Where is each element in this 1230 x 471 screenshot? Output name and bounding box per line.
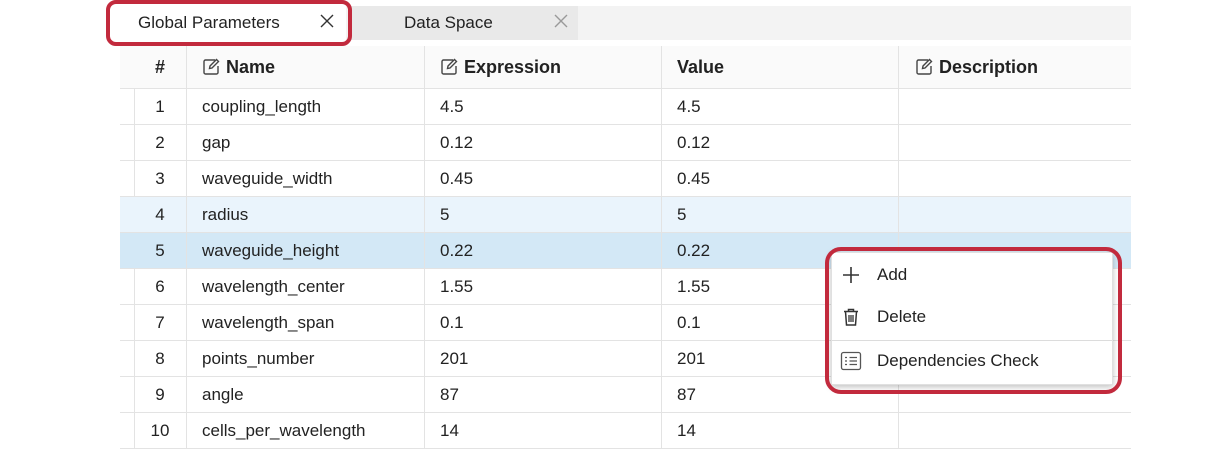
checklist-icon bbox=[840, 350, 862, 372]
row-number: 8 bbox=[134, 341, 187, 376]
cell-description[interactable] bbox=[898, 197, 1131, 232]
cell-name[interactable]: radius bbox=[187, 197, 424, 232]
table-row[interactable]: 2 gap 0.12 0.12 bbox=[120, 125, 1131, 161]
table-row[interactable]: 10 cells_per_wavelength 14 14 bbox=[120, 413, 1131, 449]
tab-label: Global Parameters bbox=[138, 13, 280, 32]
cell-description[interactable] bbox=[898, 125, 1131, 160]
cell-value: 14 bbox=[661, 413, 898, 448]
header-expression[interactable]: Expression bbox=[424, 46, 661, 88]
cell-name[interactable]: coupling_length bbox=[187, 89, 424, 124]
tab-data-space[interactable]: Data Space bbox=[350, 6, 578, 40]
cell-expression[interactable]: 87 bbox=[424, 377, 661, 412]
trash-icon bbox=[840, 306, 862, 328]
edit-icon bbox=[915, 58, 933, 76]
table-row[interactable]: 4 radius 5 5 bbox=[120, 197, 1131, 233]
header-number[interactable]: # bbox=[134, 46, 187, 88]
row-number: 4 bbox=[134, 197, 187, 232]
tab-bar: Global Parameters Data Space bbox=[118, 6, 1131, 40]
cell-expression[interactable]: 0.22 bbox=[424, 233, 661, 268]
row-number: 1 bbox=[134, 89, 187, 124]
menu-item-label: Delete bbox=[877, 307, 927, 326]
close-icon[interactable] bbox=[554, 14, 568, 28]
cell-value: 5 bbox=[661, 197, 898, 232]
cell-name[interactable]: cells_per_wavelength bbox=[187, 413, 424, 448]
table-header: # Name Expression Value Description bbox=[120, 46, 1131, 89]
header-description[interactable]: Description bbox=[898, 46, 1131, 88]
close-icon[interactable] bbox=[320, 14, 334, 28]
table-row[interactable]: 3 waveguide_width 0.45 0.45 bbox=[120, 161, 1131, 197]
cell-value: 4.5 bbox=[661, 89, 898, 124]
row-number: 10 bbox=[134, 413, 187, 448]
plus-icon bbox=[840, 264, 862, 286]
cell-expression[interactable]: 14 bbox=[424, 413, 661, 448]
cell-name[interactable]: waveguide_height bbox=[187, 233, 424, 268]
cell-expression[interactable]: 5 bbox=[424, 197, 661, 232]
cell-expression[interactable]: 201 bbox=[424, 341, 661, 376]
tab-global-parameters[interactable]: Global Parameters bbox=[118, 6, 346, 40]
row-number: 5 bbox=[134, 233, 187, 268]
cell-expression[interactable]: 4.5 bbox=[424, 89, 661, 124]
row-number: 2 bbox=[134, 125, 187, 160]
menu-item-add[interactable]: Add bbox=[832, 255, 1112, 295]
cell-expression[interactable]: 0.45 bbox=[424, 161, 661, 196]
header-value[interactable]: Value bbox=[661, 46, 898, 88]
cell-name[interactable]: wavelength_center bbox=[187, 269, 424, 304]
menu-item-dependencies-check[interactable]: Dependencies Check bbox=[832, 340, 1112, 381]
cell-name[interactable]: gap bbox=[187, 125, 424, 160]
menu-item-label: Dependencies Check bbox=[877, 351, 1039, 370]
edit-icon bbox=[202, 58, 220, 76]
context-menu: Add Delete Dependencies Check bbox=[831, 252, 1113, 385]
cell-expression[interactable]: 1.55 bbox=[424, 269, 661, 304]
edit-icon bbox=[440, 58, 458, 76]
cell-expression[interactable]: 0.12 bbox=[424, 125, 661, 160]
cell-description[interactable] bbox=[898, 413, 1131, 448]
row-number: 6 bbox=[134, 269, 187, 304]
table-row[interactable]: 1 coupling_length 4.5 4.5 bbox=[120, 89, 1131, 125]
menu-item-label: Add bbox=[877, 265, 908, 284]
header-name[interactable]: Name bbox=[187, 46, 424, 88]
cell-description[interactable] bbox=[898, 89, 1131, 124]
cell-name[interactable]: points_number bbox=[187, 341, 424, 376]
cell-name[interactable]: wavelength_span bbox=[187, 305, 424, 340]
cell-expression[interactable]: 0.1 bbox=[424, 305, 661, 340]
row-number: 9 bbox=[134, 377, 187, 412]
tab-label: Data Space bbox=[404, 13, 493, 32]
cell-name[interactable]: waveguide_width bbox=[187, 161, 424, 196]
parameters-table: # Name Expression Value Description 1 co… bbox=[120, 46, 1131, 449]
cell-value: 0.12 bbox=[661, 125, 898, 160]
row-number: 3 bbox=[134, 161, 187, 196]
cell-value: 0.45 bbox=[661, 161, 898, 196]
row-number: 7 bbox=[134, 305, 187, 340]
cell-name[interactable]: angle bbox=[187, 377, 424, 412]
menu-item-delete[interactable]: Delete bbox=[832, 297, 1112, 337]
cell-description[interactable] bbox=[898, 161, 1131, 196]
